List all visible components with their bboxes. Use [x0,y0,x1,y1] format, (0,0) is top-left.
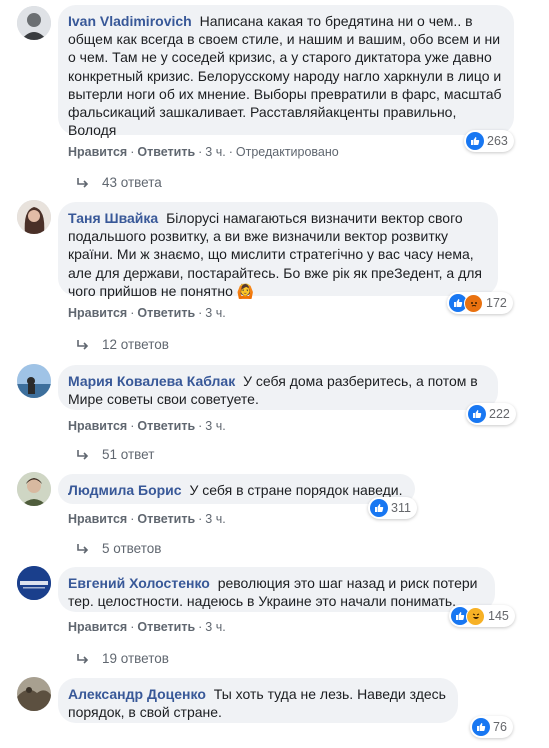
reply-arrow-icon [77,543,89,554]
comment-actions: Нравится · Ответить · 3 ч. [68,512,226,526]
comment-time[interactable]: 3 ч. [205,512,225,526]
user-photo-icon [17,6,51,40]
view-replies-link[interactable]: 51 ответ [76,447,154,462]
replies-count: 51 ответ [102,447,155,462]
view-replies-link[interactable]: 19 ответов [76,651,169,666]
comment-author[interactable]: Таня Швайка [68,210,158,226]
reply-link[interactable]: Ответить [137,620,195,634]
reply-link[interactable]: Ответить [137,306,195,320]
comment-author[interactable]: Ivan Vladimirovich [68,13,192,29]
reaction-count: 263 [487,134,508,148]
reply-link[interactable]: Ответить [137,512,195,526]
avatar[interactable] [17,6,51,40]
reaction-summary[interactable]: 145 [449,605,515,627]
avatar[interactable] [17,566,51,600]
comment-author[interactable]: Александр Доценко [68,686,206,702]
like-reaction-icon [472,718,490,736]
user-photo-icon [17,364,51,398]
like-link[interactable]: Нравится [68,419,127,433]
avatar[interactable] [17,364,51,398]
reaction-count: 76 [493,720,507,734]
edited-label: Отредактировано [235,145,339,159]
view-replies-link[interactable]: 12 ответов [76,337,169,352]
user-photo-icon [17,200,51,234]
reaction-summary[interactable]: 76 [470,716,513,738]
replies-count: 5 ответов [102,541,162,556]
reply-arrow-icon [77,653,89,664]
brand-logo-icon [17,566,51,600]
like-link[interactable]: Нравится [68,145,127,159]
comment-actions: Нравится · Ответить · 3 ч. [68,620,226,634]
comment-text: Написана какая то бредятина ни о чем.. в… [68,13,502,139]
like-link[interactable]: Нравится [68,512,127,526]
comment-author[interactable]: Евгений Холостенко [68,575,210,591]
reply-arrow-icon [77,339,89,350]
comment-actions: Нравится · Ответить · 3 ч. [68,419,226,433]
comment-author[interactable]: Людмила Борис [68,482,182,498]
comment-bubble: Ivan Vladimirovich Написана какая то бре… [58,5,514,139]
haha-reaction-icon [466,606,485,626]
avatar[interactable] [17,472,51,506]
comment-actions: Нравится · Ответить · 3 ч. · Отредактировано [68,145,339,159]
like-link[interactable]: Нравится [68,620,127,634]
avatar[interactable] [17,677,51,711]
comment-time[interactable]: 3 ч. [205,306,225,320]
comment-bubble: Таня Швайка Білорусі намагаються визначи… [58,202,498,299]
comment-bubble: Александр Доценко Ты хоть туда не лезь. … [58,678,458,723]
reaction-count: 311 [391,501,411,515]
reaction-summary[interactable]: 222 [466,403,516,425]
angry-reaction-icon [464,293,483,313]
replies-count: 43 ответа [102,175,162,190]
reaction-count: 145 [488,609,509,623]
like-reaction-icon [466,132,484,150]
comment-time[interactable]: 3 ч. [205,145,225,159]
reaction-count: 172 [486,296,507,310]
reaction-summary[interactable]: 172 [447,292,513,314]
user-photo-icon [17,677,51,711]
like-reaction-icon [468,405,486,423]
view-replies-link[interactable]: 5 ответов [76,541,161,556]
replies-count: 12 ответов [102,337,169,352]
reply-link[interactable]: Ответить [137,419,195,433]
like-reaction-icon [370,499,388,517]
avatar[interactable] [17,200,51,234]
reply-link[interactable]: Ответить [137,145,195,159]
comment-bubble: Евгений Холостенко революция это шаг наз… [58,567,495,612]
comment-time[interactable]: 3 ч. [205,620,225,634]
comment-bubble: Мария Ковалева Каблак У себя дома разбер… [58,365,498,410]
comment-text: У себя в стране порядок наведи. [189,482,403,498]
reaction-summary[interactable]: 311 [368,497,417,519]
reaction-summary[interactable]: 263 [464,130,514,152]
like-link[interactable]: Нравится [68,306,127,320]
comment-bubble: Людмила Борис У себя в стране порядок на… [58,474,415,504]
comment-time[interactable]: 3 ч. [205,419,225,433]
reply-arrow-icon [77,177,89,188]
comment-author[interactable]: Мария Ковалева Каблак [68,373,235,389]
replies-count: 19 ответов [102,651,169,666]
comment-actions: Нравится · Ответить · 3 ч. [68,306,226,320]
view-replies-link[interactable]: 43 ответа [76,175,162,190]
reaction-count: 222 [489,407,510,421]
reply-arrow-icon [77,449,89,460]
user-photo-icon [17,472,51,506]
